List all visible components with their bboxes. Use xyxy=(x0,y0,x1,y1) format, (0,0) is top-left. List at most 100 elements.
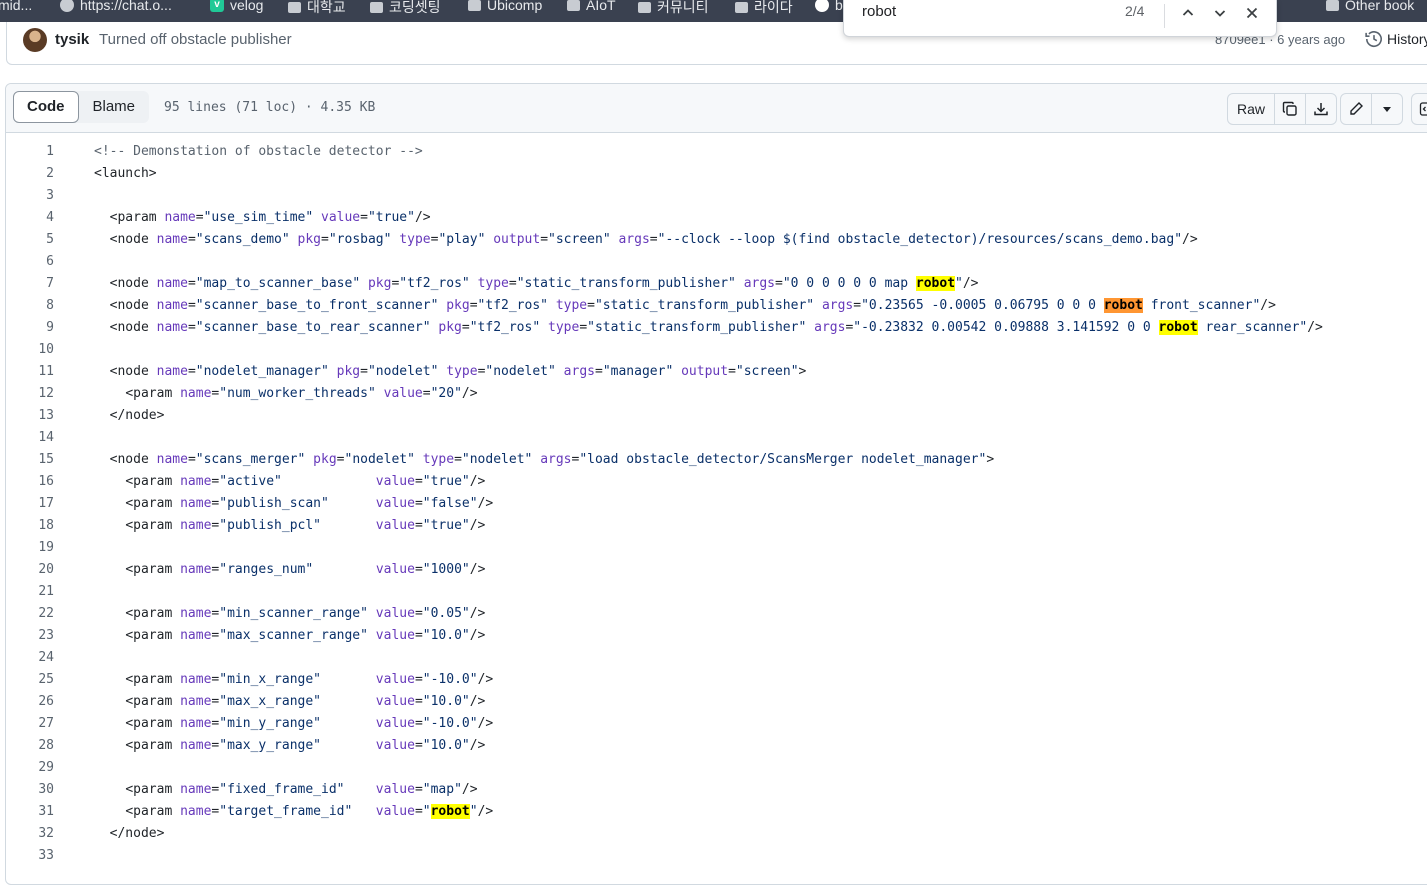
bookmark-folder[interactable]: 라이다 xyxy=(735,0,793,17)
chatgpt-icon xyxy=(60,0,74,12)
line-number[interactable]: 25 xyxy=(6,669,54,691)
line-number[interactable]: 17 xyxy=(6,493,54,515)
bookmark-folder[interactable]: 코딩셋팅 xyxy=(370,0,441,17)
find-match-highlight: robot xyxy=(1104,298,1143,313)
file-toolbar: Code Blame 95 lines (71 loc) · 4.35 KB R… xyxy=(6,84,1427,133)
bookmark-item[interactable]: https://chat.o... xyxy=(60,0,172,13)
line-number[interactable]: 27 xyxy=(6,713,54,735)
line-number[interactable]: 6 xyxy=(6,251,54,273)
code-text: <param name="max_y_range" value="10.0"/> xyxy=(94,735,485,757)
bookmark-item[interactable]: b xyxy=(815,0,843,13)
code-line: 1 <!-- Demonstation of obstacle detector … xyxy=(6,141,1427,163)
code-text: <param name="fixed_frame_id" value="map"… xyxy=(94,779,478,801)
line-number[interactable]: 18 xyxy=(6,515,54,537)
folder-icon xyxy=(735,2,748,13)
code-text: </node> xyxy=(94,405,164,427)
code-line: 8 <node name="scanner_base_to_front_scan… xyxy=(6,295,1427,317)
line-number[interactable]: 22 xyxy=(6,603,54,625)
line-number[interactable]: 1 xyxy=(6,141,54,163)
bookmark-folder-other[interactable]: Other book xyxy=(1326,0,1414,13)
raw-actions: Raw xyxy=(1227,93,1337,125)
line-number[interactable]: 28 xyxy=(6,735,54,757)
code-line: 7 <node name="map_to_scanner_base" pkg="… xyxy=(6,273,1427,295)
code-line: 33 xyxy=(6,845,1427,867)
code-line: 12 <param name="num_worker_threads" valu… xyxy=(6,383,1427,405)
tab-blame[interactable]: Blame xyxy=(79,91,150,123)
line-number[interactable]: 23 xyxy=(6,625,54,647)
find-input[interactable] xyxy=(860,2,1104,21)
bookmark-item[interactable]: vvelog xyxy=(210,0,263,13)
file-viewer: Code Blame 95 lines (71 loc) · 4.35 KB R… xyxy=(5,83,1427,885)
line-number[interactable]: 26 xyxy=(6,691,54,713)
code-text: <param name="target_frame_id" value="rob… xyxy=(94,801,493,823)
bookmark-label: Other book xyxy=(1345,0,1414,13)
line-number[interactable]: 8 xyxy=(6,295,54,317)
bookmark-label: 커뮤니티 xyxy=(657,0,709,17)
code-text: <launch> xyxy=(94,163,157,185)
line-number[interactable]: 32 xyxy=(6,823,54,845)
line-number[interactable]: 2 xyxy=(6,163,54,185)
line-number[interactable]: 24 xyxy=(6,647,54,669)
line-number[interactable]: 10 xyxy=(6,339,54,361)
line-number[interactable]: 14 xyxy=(6,427,54,449)
edit-dropdown-button[interactable] xyxy=(1371,94,1402,124)
bookmark-folder[interactable]: AIoT xyxy=(567,0,616,13)
symbols-button[interactable] xyxy=(1412,94,1427,124)
commit-author[interactable]: tysik xyxy=(55,31,89,48)
code-line: 21 xyxy=(6,581,1427,603)
code-line: 31 <param name="target_frame_id" value="… xyxy=(6,801,1427,823)
copy-button[interactable] xyxy=(1274,94,1305,124)
find-previous-button[interactable] xyxy=(1176,2,1200,24)
bookmark-item[interactable]: mid... xyxy=(0,0,32,13)
code-line: 26 <param name="max_x_range" value="10.0… xyxy=(6,691,1427,713)
history-button[interactable]: History xyxy=(1365,30,1427,48)
line-number[interactable]: 31 xyxy=(6,801,54,823)
line-number[interactable]: 33 xyxy=(6,845,54,867)
line-number[interactable]: 15 xyxy=(6,449,54,471)
history-label: History xyxy=(1387,31,1427,47)
find-bar: 2/4 xyxy=(843,0,1277,37)
bookmark-folder[interactable]: 대학교 xyxy=(288,0,346,17)
find-match-count: 2/4 xyxy=(1125,3,1144,19)
commit-message[interactable]: Turned off obstacle publisher xyxy=(99,31,292,48)
code-text: <!-- Demonstation of obstacle detector -… xyxy=(94,141,423,163)
code-line: 25 <param name="min_x_range" value="-10.… xyxy=(6,669,1427,691)
line-number[interactable]: 29 xyxy=(6,757,54,779)
bookmark-folder[interactable]: 커뮤니티 xyxy=(638,0,709,17)
line-number[interactable]: 3 xyxy=(6,185,54,207)
line-number[interactable]: 12 xyxy=(6,383,54,405)
folder-icon xyxy=(1326,0,1339,11)
code-line: 17 <param name="publish_scan" value="fal… xyxy=(6,493,1427,515)
code-text: <param name="max_scanner_range" value="1… xyxy=(94,625,485,647)
tab-code[interactable]: Code xyxy=(13,91,79,123)
edit-button[interactable] xyxy=(1341,94,1371,124)
find-divider xyxy=(1164,4,1165,28)
code-line: 2 <launch> xyxy=(6,163,1427,185)
raw-button[interactable]: Raw xyxy=(1228,94,1274,124)
download-button[interactable] xyxy=(1305,94,1336,124)
line-number[interactable]: 5 xyxy=(6,229,54,251)
code-line: 30 <param name="fixed_frame_id" value="m… xyxy=(6,779,1427,801)
site-icon xyxy=(815,0,829,12)
line-number[interactable]: 11 xyxy=(6,361,54,383)
line-number[interactable]: 9 xyxy=(6,317,54,339)
line-number[interactable]: 20 xyxy=(6,559,54,581)
find-close-button[interactable] xyxy=(1240,2,1264,24)
line-number[interactable]: 19 xyxy=(6,537,54,559)
find-next-button[interactable] xyxy=(1208,2,1232,24)
code-text: </node> xyxy=(94,823,164,845)
chevron-down-icon xyxy=(1208,2,1232,24)
pencil-icon xyxy=(1348,101,1364,117)
avatar[interactable] xyxy=(23,28,47,52)
line-number[interactable]: 21 xyxy=(6,581,54,603)
code-text: <node name="nodelet_manager" pkg="nodele… xyxy=(94,361,806,383)
code-line: 4 <param name="use_sim_time" value="true… xyxy=(6,207,1427,229)
code-line: 14 xyxy=(6,427,1427,449)
line-number[interactable]: 4 xyxy=(6,207,54,229)
line-number[interactable]: 7 xyxy=(6,273,54,295)
line-number[interactable]: 16 xyxy=(6,471,54,493)
line-number[interactable]: 30 xyxy=(6,779,54,801)
line-number[interactable]: 13 xyxy=(6,405,54,427)
bookmark-folder[interactable]: Ubicomp xyxy=(468,0,542,13)
code-line: 18 <param name="publish_pcl" value="true… xyxy=(6,515,1427,537)
